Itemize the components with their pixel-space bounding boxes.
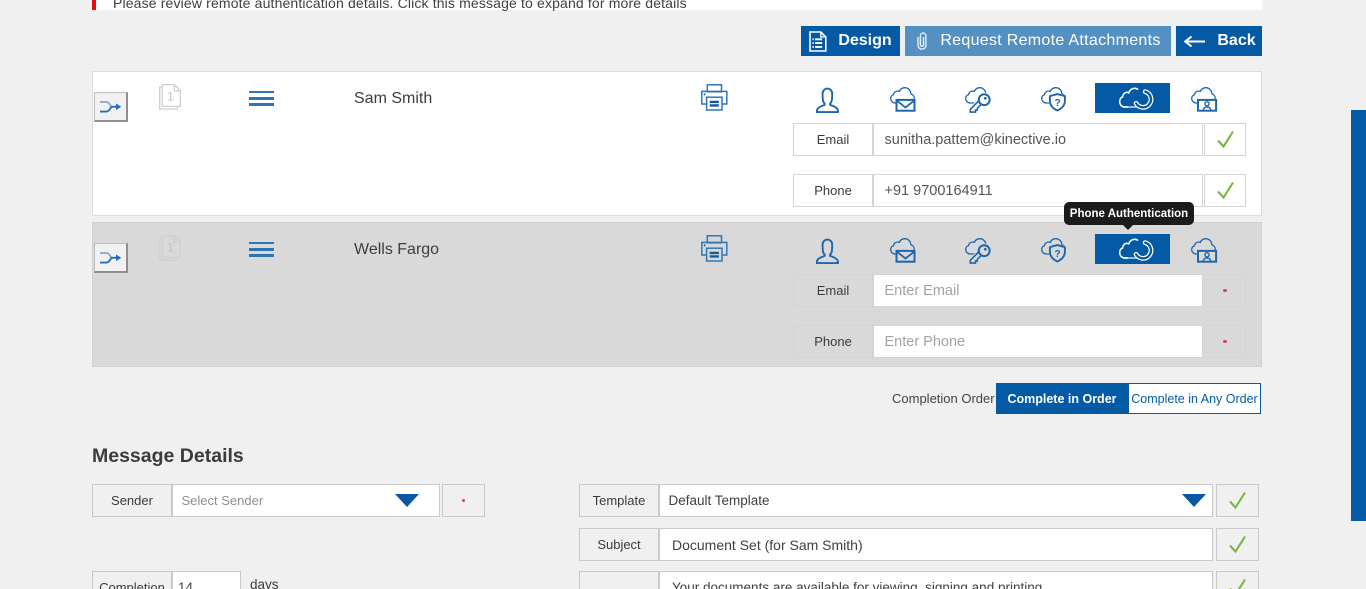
svg-text:?: ? — [1054, 249, 1060, 260]
svg-text:1: 1 — [167, 241, 174, 255]
svg-text:1: 1 — [167, 90, 174, 104]
svg-text:?: ? — [1054, 98, 1060, 109]
